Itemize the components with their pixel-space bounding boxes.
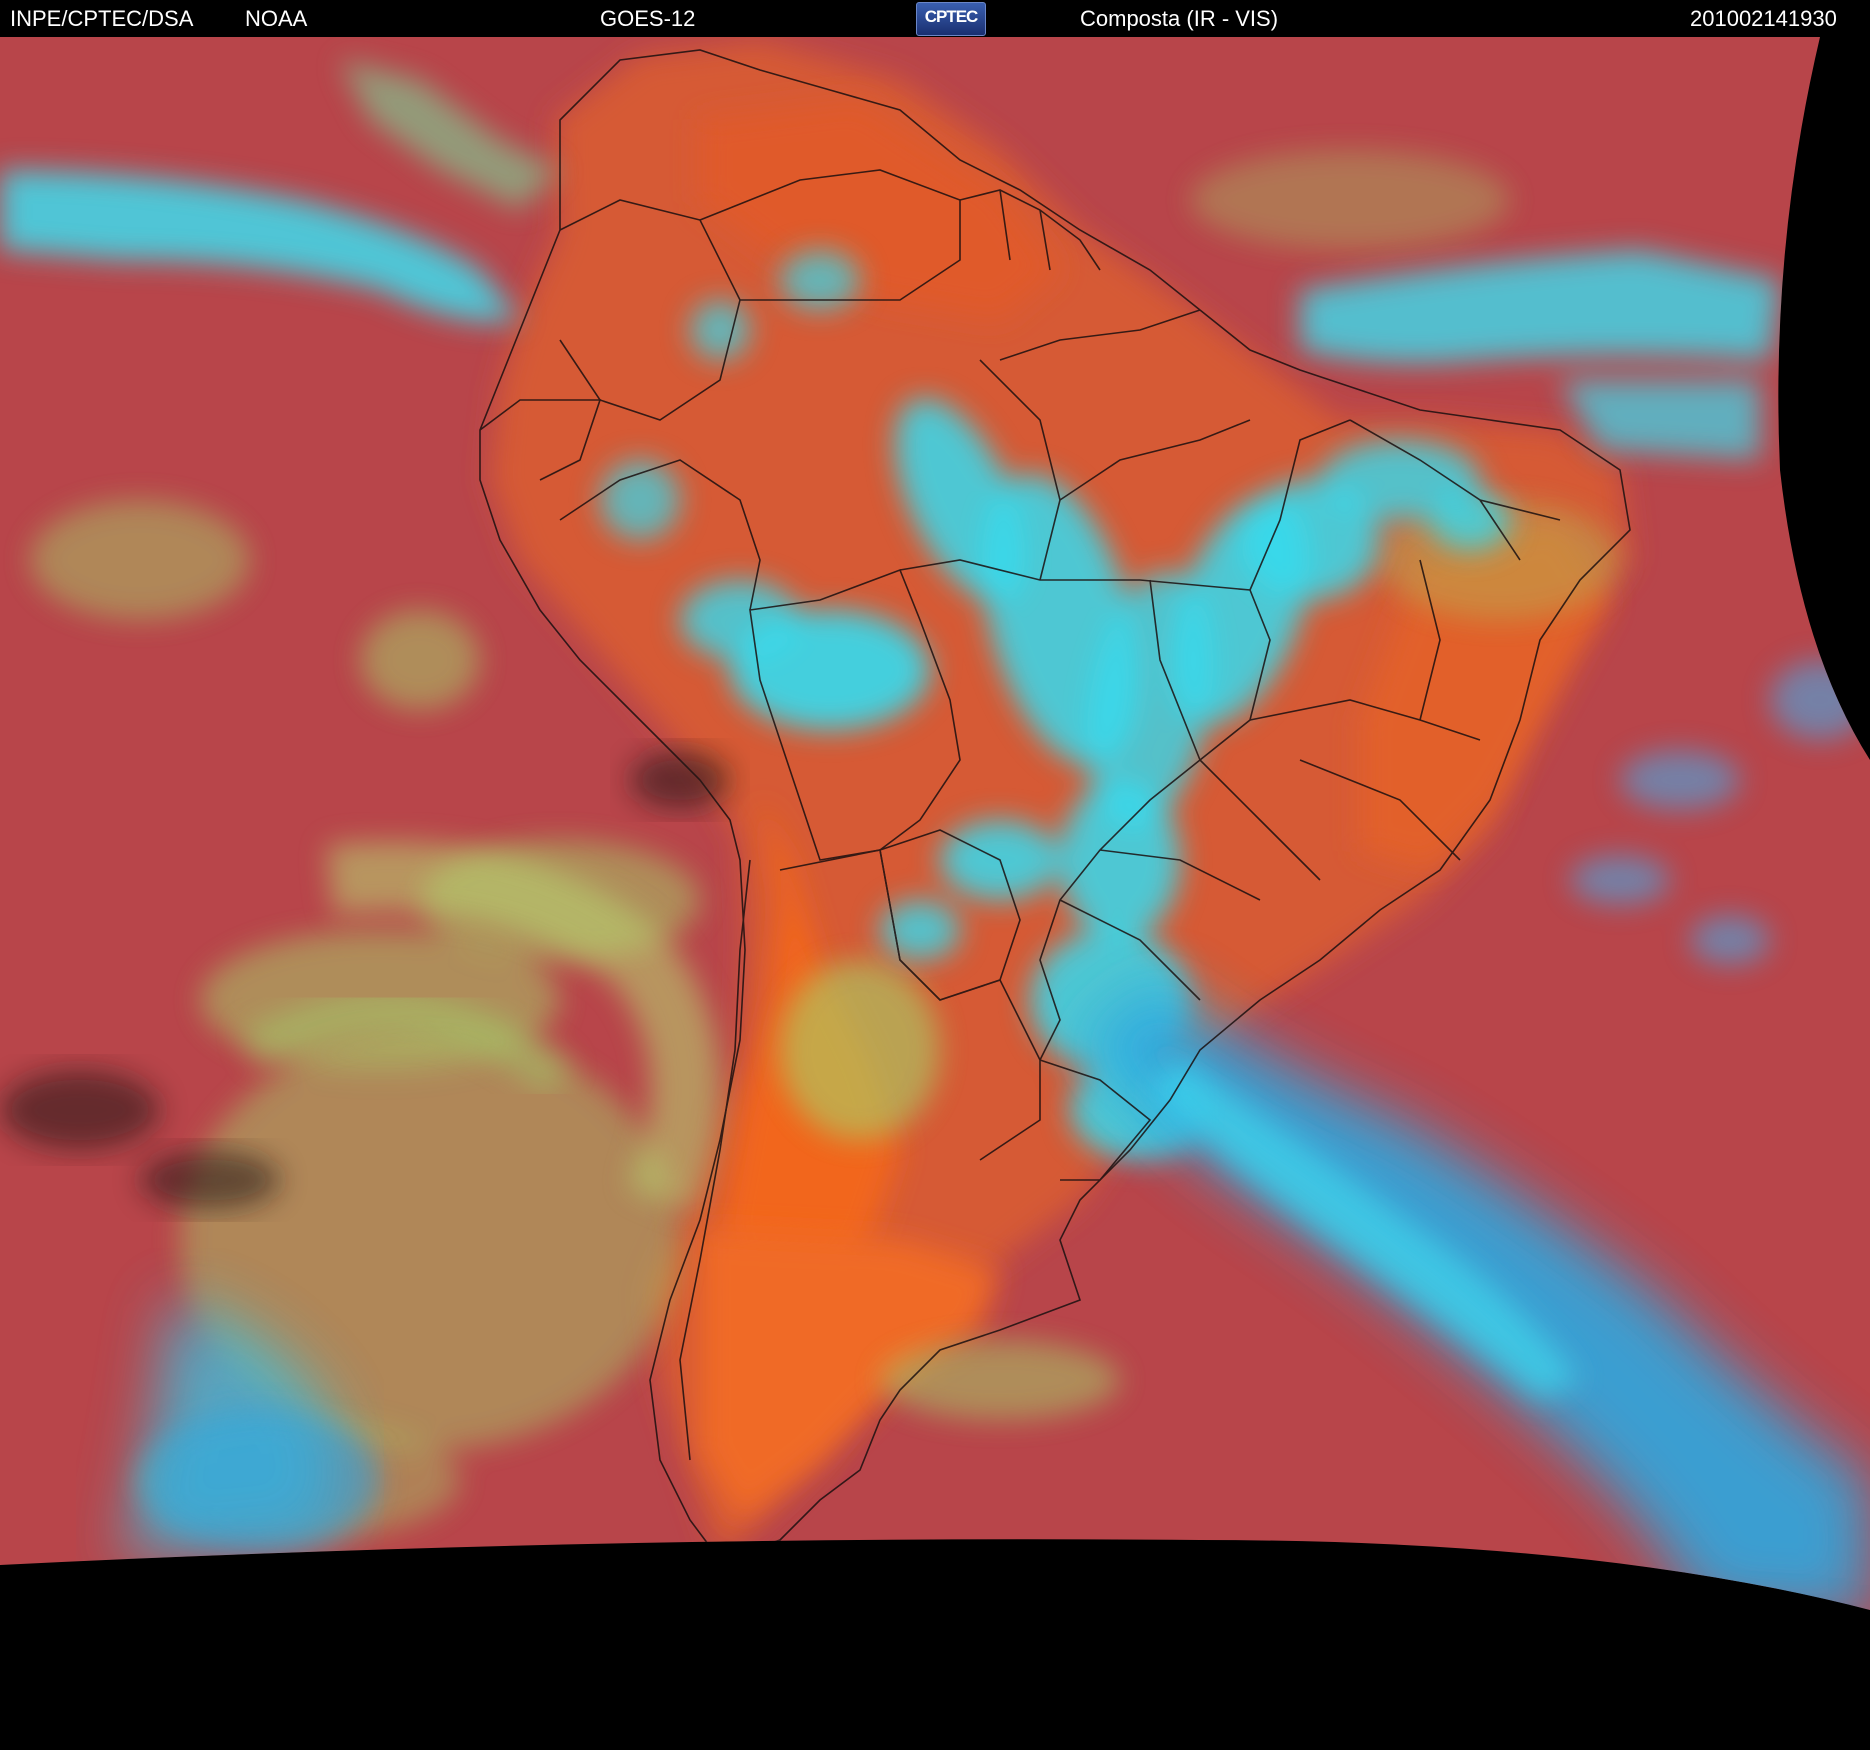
image-header: INPE/CPTEC/DSA NOAA GOES-12 CPTEC Compos… — [0, 0, 1870, 37]
image-content — [0, 37, 1870, 1610]
satellite-map — [0, 37, 1870, 1750]
logo-label: CPTEC — [924, 7, 979, 26]
cptec-logo-icon: CPTEC — [916, 2, 986, 36]
agency-label: NOAA — [245, 6, 308, 31]
product-label: Composta (IR - VIS) — [1080, 6, 1279, 31]
org-label: INPE/CPTEC/DSA — [10, 6, 194, 31]
timestamp-label: 201002141930 — [1690, 6, 1837, 31]
satellite-label: GOES-12 — [600, 6, 696, 31]
satellite-image — [0, 37, 1870, 1750]
